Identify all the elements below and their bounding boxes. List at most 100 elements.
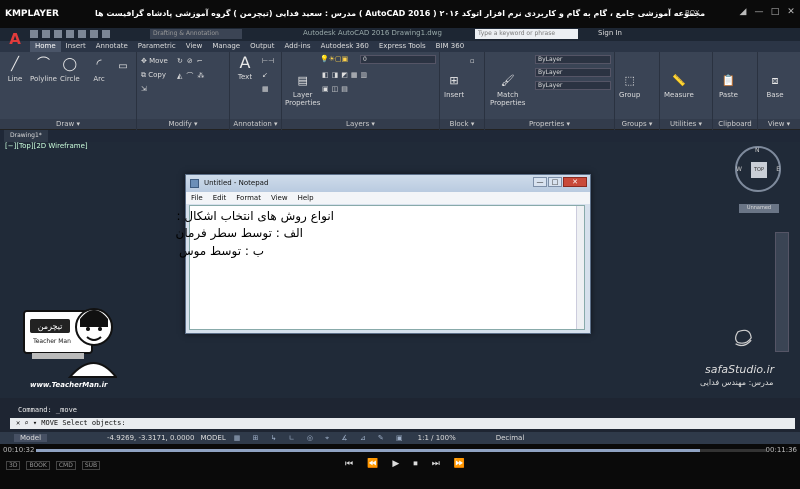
properties-panel-title[interactable]: Properties ▾ bbox=[485, 119, 614, 129]
move-tool[interactable]: ✥ Move bbox=[141, 57, 168, 65]
view-panel-title[interactable]: View ▾ bbox=[758, 119, 800, 129]
modify-panel-title[interactable]: Modify ▾ bbox=[137, 119, 229, 129]
tab-output[interactable]: Output bbox=[245, 41, 279, 52]
draw-panel-title[interactable]: Draw ▾ bbox=[0, 119, 136, 129]
save-icon[interactable] bbox=[54, 30, 62, 38]
kmplayer-close-button[interactable]: ✕ bbox=[786, 7, 796, 17]
viewcube-north[interactable]: N bbox=[755, 147, 760, 154]
arc-tool[interactable]: ◜ Arc bbox=[90, 56, 108, 83]
annotation-scale[interactable]: 1:1 / 100% bbox=[418, 434, 456, 442]
tab-home[interactable]: Home bbox=[30, 41, 61, 52]
tab-manage[interactable]: Manage bbox=[207, 41, 245, 52]
tab-insert[interactable]: Insert bbox=[61, 41, 91, 52]
tab-parametric[interactable]: Parametric bbox=[133, 41, 181, 52]
color-dropdown[interactable]: ByLayer bbox=[535, 55, 611, 64]
viewcube-east[interactable]: E bbox=[776, 166, 780, 173]
saveas-icon[interactable] bbox=[66, 30, 74, 38]
drafting-toggles[interactable]: ▦ ⊞ ↳ ∟ ◎ ⌖ ∡ ⊿ ✎ ▣ bbox=[234, 434, 408, 443]
tab-annotate[interactable]: Annotate bbox=[91, 41, 133, 52]
tab-add-ins[interactable]: Add-ins bbox=[279, 41, 315, 52]
box-label[interactable]: BOX bbox=[685, 9, 700, 17]
notepad-close-button[interactable]: ✕ bbox=[563, 177, 587, 187]
table-tool[interactable]: ▦ bbox=[262, 85, 269, 93]
menu-help[interactable]: Help bbox=[298, 192, 314, 204]
stop-icon[interactable]: ⏹ bbox=[413, 459, 418, 469]
viewport-controls[interactable]: [−][Top][2D Wireframe] bbox=[5, 142, 88, 150]
3d-button[interactable]: 3D bbox=[6, 461, 21, 470]
seek-bar[interactable] bbox=[36, 449, 766, 452]
rectangle-tool[interactable]: ▭ bbox=[114, 58, 132, 77]
menu-view[interactable]: View bbox=[271, 192, 288, 204]
model-space-toggle[interactable]: MODEL bbox=[200, 434, 225, 442]
notepad-minimize-button[interactable]: — bbox=[533, 177, 547, 187]
units-dropdown[interactable]: Decimal bbox=[496, 434, 525, 442]
play-icon[interactable]: ▶ bbox=[392, 459, 399, 469]
viewcube-top-face[interactable]: TOP bbox=[751, 162, 767, 178]
new-icon[interactable] bbox=[30, 30, 38, 38]
notepad-title-bar[interactable]: Untitled - Notepad — □ ✕ bbox=[186, 175, 590, 192]
open-icon[interactable] bbox=[42, 30, 50, 38]
linetype-dropdown[interactable]: ByLayer bbox=[535, 68, 611, 77]
cmd-button[interactable]: CMD bbox=[55, 461, 76, 470]
tab-bim-360[interactable]: BIM 360 bbox=[431, 41, 470, 52]
search-input[interactable]: Type a keyword or phrase bbox=[475, 29, 578, 39]
application-menu-button[interactable]: A bbox=[3, 28, 27, 52]
menu-file[interactable]: File bbox=[191, 192, 203, 204]
base-view-tool[interactable]: ⧈ Base bbox=[766, 72, 784, 99]
rewind-icon[interactable]: ⏪ bbox=[367, 459, 378, 469]
stretch-tool[interactable]: ⇲ bbox=[141, 85, 147, 93]
previous-icon[interactable]: ⏮ bbox=[345, 459, 353, 469]
kmplayer-minimize-button[interactable]: — bbox=[754, 7, 764, 17]
tab-view[interactable]: View bbox=[181, 41, 208, 52]
layers-panel-title[interactable]: Layers ▾ bbox=[282, 119, 439, 129]
measure-tool[interactable]: 📏 Measure bbox=[664, 72, 694, 99]
kmplayer-pin-button[interactable]: ◢ bbox=[738, 7, 748, 17]
circle-tool[interactable]: ◯ Circle bbox=[60, 56, 80, 83]
modify-small-icons[interactable]: ↻⊘⌐ bbox=[177, 57, 207, 65]
modify-small-icons-2[interactable]: ◭⌒⁂ bbox=[177, 71, 208, 81]
model-tab[interactable]: Model bbox=[14, 434, 48, 442]
tab-autodesk-360[interactable]: Autodesk 360 bbox=[316, 41, 374, 52]
polyline-tool[interactable]: ⌒ Polyline bbox=[30, 56, 57, 83]
subtitle-button[interactable]: SUB bbox=[81, 461, 101, 470]
insert-tool[interactable]: ⊞ Insert bbox=[444, 72, 464, 99]
line-tool[interactable]: ╱ Line bbox=[6, 56, 24, 83]
menu-edit[interactable]: Edit bbox=[213, 192, 227, 204]
paste-tool[interactable]: 📋 Paste bbox=[719, 72, 738, 99]
dimension-tool[interactable]: ⊢⊣ bbox=[262, 57, 274, 65]
print-icon[interactable] bbox=[78, 30, 86, 38]
utilities-panel-title[interactable]: Utilities ▾ bbox=[660, 119, 712, 129]
layer-tools-row3[interactable]: ▣◫▤ bbox=[322, 85, 351, 93]
block-small-icons[interactable]: ▫ bbox=[470, 57, 475, 65]
menu-format[interactable]: Format bbox=[236, 192, 261, 204]
layer-state-icons[interactable]: 💡☀▢▣ bbox=[320, 55, 348, 63]
layer-properties-tool[interactable]: ▤ Layer Properties bbox=[285, 72, 320, 107]
copy-tool[interactable]: ⧉ Copy bbox=[141, 71, 166, 80]
notepad-text-area[interactable]: انواع روش های انتخاب اشکال : الف : توسط … bbox=[176, 205, 585, 330]
block-panel-title[interactable]: Block ▾ bbox=[440, 119, 484, 129]
viewcube-west[interactable]: W bbox=[736, 166, 742, 173]
leader-tool[interactable]: ↙ bbox=[262, 71, 268, 79]
viewcube[interactable]: TOP N W E bbox=[735, 146, 781, 192]
layer-dropdown[interactable]: 0 bbox=[360, 55, 436, 64]
undo-icon[interactable] bbox=[90, 30, 98, 38]
lineweight-dropdown[interactable]: ByLayer bbox=[535, 81, 611, 90]
fast-forward-icon[interactable]: ⏩ bbox=[454, 459, 465, 469]
kmplayer-maximize-button[interactable]: □ bbox=[770, 7, 780, 17]
group-tool[interactable]: ⬚ Group bbox=[619, 72, 640, 99]
redo-icon[interactable] bbox=[102, 30, 110, 38]
ucs-dropdown[interactable]: Unnamed bbox=[739, 204, 779, 213]
clipboard-panel-title[interactable]: Clipboard bbox=[713, 119, 757, 129]
tab-express-tools[interactable]: Express Tools bbox=[374, 41, 431, 52]
sign-in-button[interactable]: Sign In bbox=[598, 29, 622, 37]
book-button[interactable]: BOOK bbox=[26, 461, 50, 470]
layer-tools-row2[interactable]: ◧◨◩▦▥ bbox=[322, 71, 370, 79]
notepad-vertical-scrollbar[interactable] bbox=[576, 206, 584, 329]
groups-panel-title[interactable]: Groups ▾ bbox=[615, 119, 659, 129]
notepad-maximize-button[interactable]: □ bbox=[548, 177, 562, 187]
drawing1-tab[interactable]: Drawing1* bbox=[4, 130, 48, 142]
next-icon[interactable]: ⏭ bbox=[432, 459, 440, 469]
workspace-dropdown[interactable]: Drafting & Annotation bbox=[150, 29, 242, 39]
command-input[interactable]: ✕ ⌕ ▾ MOVE Select objects: bbox=[10, 418, 795, 429]
text-tool[interactable]: A Text bbox=[236, 54, 254, 82]
